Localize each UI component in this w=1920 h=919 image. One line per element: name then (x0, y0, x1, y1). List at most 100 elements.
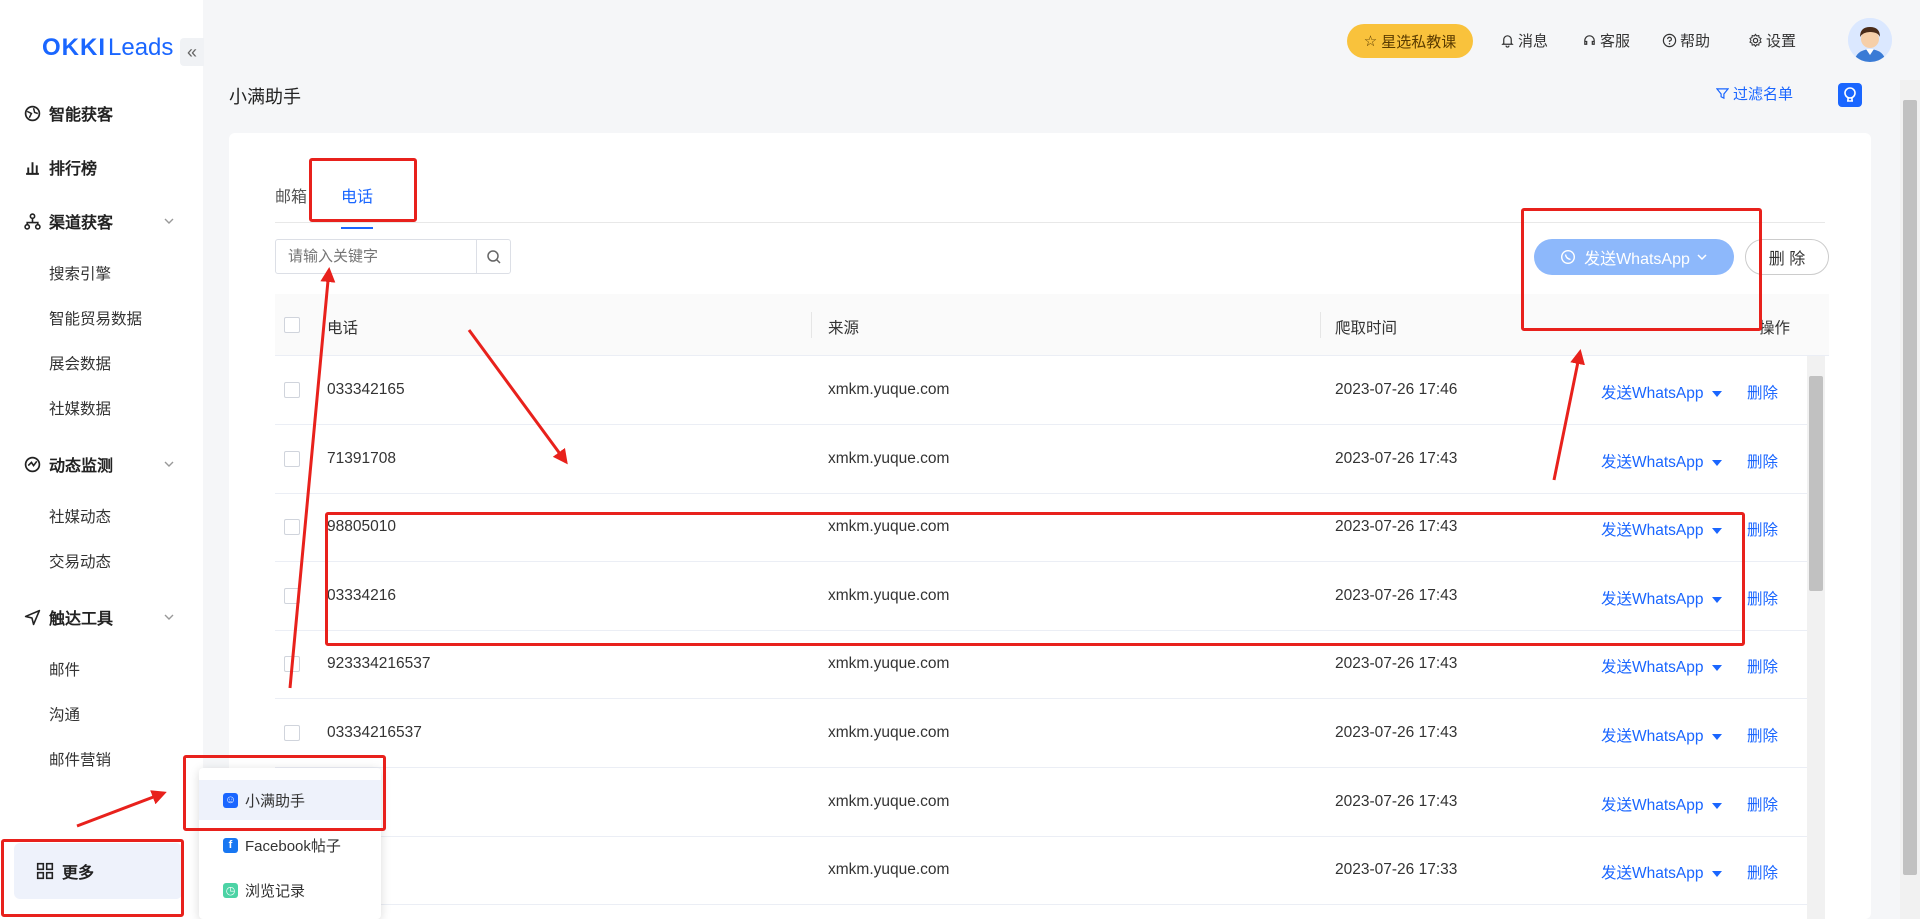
cell-phone: 71391708 (327, 449, 396, 467)
search-input[interactable] (276, 240, 476, 273)
filter-icon (1716, 88, 1729, 100)
nav-communication[interactable]: 沟通 (49, 703, 80, 725)
page-scrollbar[interactable] (1900, 80, 1920, 919)
table-row: 21653xmkm.yuque.com2023-07-26 17:43发送Wha… (275, 768, 1807, 837)
logo: OKKI Leads (42, 34, 173, 62)
row-send-whatsapp-link[interactable]: 发送WhatsApp (1601, 655, 1722, 677)
row-delete-link[interactable]: 删除 (1747, 587, 1778, 609)
row-delete-link[interactable]: 删除 (1747, 450, 1778, 472)
nav-trade-data[interactable]: 智能贸易数据 (49, 307, 142, 329)
assistant-icon[interactable] (1838, 83, 1862, 107)
history-icon: ◷ (223, 882, 238, 898)
nav-label: 触达工具 (49, 611, 114, 628)
row-send-whatsapp-link[interactable]: 发送WhatsApp (1601, 724, 1722, 746)
nav-leaderboard[interactable]: 排行榜 (0, 147, 203, 187)
table-row: 5xmkm.yuque.com2023-07-26 17:33发送WhatsAp… (275, 836, 1807, 906)
nav-exhibition-data[interactable]: 展会数据 (49, 352, 111, 374)
page-title: 小满助手 (229, 87, 301, 107)
nav-label: 排行榜 (49, 161, 98, 178)
globe-icon (24, 105, 41, 121)
service-label: 客服 (1600, 33, 1631, 50)
row-delete-link[interactable]: 删除 (1747, 793, 1778, 815)
row-delete-link[interactable]: 删除 (1747, 518, 1778, 540)
row-send-whatsapp-link[interactable]: 发送WhatsApp (1601, 381, 1722, 403)
table-row: 03334216537 xmkm.yuque.com 2023-07-26 17:4… (275, 699, 1807, 768)
cell-crawl-time: 2023-07-26 17:43 (1335, 792, 1458, 810)
page-scrollbar-thumb[interactable] (1903, 100, 1917, 875)
nav-label: 渠道获客 (49, 215, 114, 232)
cell-phone: 03334216537 (327, 724, 422, 741)
popup-item-browse-history[interactable]: ◷ 浏览记录 (199, 870, 381, 910)
avatar[interactable] (1848, 18, 1892, 62)
popup-item-label: Facebook帖子 (245, 837, 341, 855)
nav-dynamic-monitoring[interactable]: 动态监测 (0, 444, 203, 484)
logo-leads: Leads (108, 34, 174, 61)
filter-list-link[interactable]: 过滤名单 (1716, 83, 1793, 104)
cell-source: xmkm.yuque.com (828, 655, 950, 673)
nav-label: 动态监测 (49, 458, 114, 475)
promo-button[interactable]: ☆ 星选私教课 (1347, 24, 1473, 58)
cell-source: xmkm.yuque.com (828, 724, 950, 741)
row-checkbox[interactable] (284, 656, 300, 673)
chevron-down-icon (164, 461, 174, 467)
chevron-down-icon (164, 614, 174, 620)
table-row: 033342165 xmkm.yuque.com 2023-07-26 17:46 发… (275, 356, 1807, 425)
row-delete-link[interactable]: 删除 (1747, 724, 1778, 746)
row-checkbox[interactable] (284, 587, 300, 604)
row-delete-link[interactable]: 删除 (1747, 655, 1778, 677)
col-phone[interactable]: 电话 (327, 316, 358, 338)
collapse-sidebar-button[interactable]: « (180, 38, 204, 66)
nav-email[interactable]: 邮件 (49, 658, 80, 680)
nav-search-engine[interactable]: 搜索引擎 (49, 262, 111, 284)
row-send-whatsapp-link[interactable]: 发送WhatsApp (1601, 861, 1722, 883)
nav-social-dynamics[interactable]: 社媒动态 (49, 505, 111, 527)
chevron-down-icon (164, 218, 174, 224)
nav-channel-acquisition[interactable]: 渠道获客 (0, 201, 203, 241)
cell-source: xmkm.yuque.com (828, 861, 950, 879)
nav-smart-acquisition[interactable]: 智能获客 (0, 93, 203, 133)
nav-trade-dynamics[interactable]: 交易动态 (49, 550, 111, 572)
settings-label: 设置 (1766, 33, 1797, 50)
send-icon (24, 609, 41, 625)
row-delete-link[interactable]: 删除 (1747, 381, 1778, 403)
table-scrollbar-thumb[interactable] (1809, 376, 1823, 591)
popup-item-facebook[interactable]: f Facebook帖子 (199, 825, 381, 865)
cell-crawl-time: 2023-07-26 17:33 (1335, 861, 1458, 879)
row-send-whatsapp-link[interactable]: 发送WhatsApp (1601, 450, 1722, 472)
row-checkbox[interactable] (284, 725, 300, 741)
facebook-icon: f (223, 837, 238, 853)
col-source[interactable]: 来源 (828, 316, 859, 338)
row-checkbox[interactable] (284, 382, 300, 398)
row-delete-link[interactable]: 删除 (1747, 861, 1778, 883)
table-scrollbar[interactable] (1807, 356, 1825, 919)
sidebar: OKKI Leads « 智能获客 排行榜 渠道获客 搜索引擎 智能贸易数据 展… (0, 0, 204, 919)
cell-source: xmkm.yuque.com (828, 381, 950, 398)
promo-label: 星选私教课 (1381, 33, 1457, 51)
row-send-whatsapp-link[interactable]: 发送WhatsApp (1601, 793, 1722, 815)
logo-okki: OKKI (42, 34, 106, 61)
help-link[interactable]: 帮助 (1662, 30, 1710, 51)
messages-link[interactable]: 消息 (1500, 30, 1548, 51)
annotation-box-assistant (183, 755, 386, 831)
search-button[interactable] (476, 240, 510, 273)
cell-crawl-time: 2023-07-26 17:46 (1335, 381, 1458, 398)
annotation-box-more (1, 839, 184, 917)
row-checkbox[interactable] (284, 450, 300, 467)
help-icon (1662, 33, 1677, 48)
cell-phone: 033342165 (327, 381, 405, 398)
col-crawl-time[interactable]: 爬取时间 (1335, 316, 1397, 338)
nav-outreach-tools[interactable]: 触达工具 (0, 597, 203, 637)
row-checkbox[interactable] (284, 519, 300, 536)
cell-crawl-time: 2023-07-26 17:43 (1335, 724, 1458, 741)
col-divider (811, 312, 812, 338)
select-all-checkbox[interactable] (284, 317, 300, 333)
avatar-image (1848, 18, 1892, 62)
settings-link[interactable]: 设置 (1748, 30, 1796, 51)
radar-icon (24, 456, 41, 472)
service-link[interactable]: 客服 (1582, 30, 1630, 51)
search-box (275, 239, 511, 274)
star-icon: ☆ (1363, 33, 1378, 50)
nav-email-marketing[interactable]: 邮件营销 (49, 748, 111, 770)
nav-social-data[interactable]: 社媒数据 (49, 397, 111, 419)
tab-email[interactable]: 邮箱 (275, 183, 307, 207)
